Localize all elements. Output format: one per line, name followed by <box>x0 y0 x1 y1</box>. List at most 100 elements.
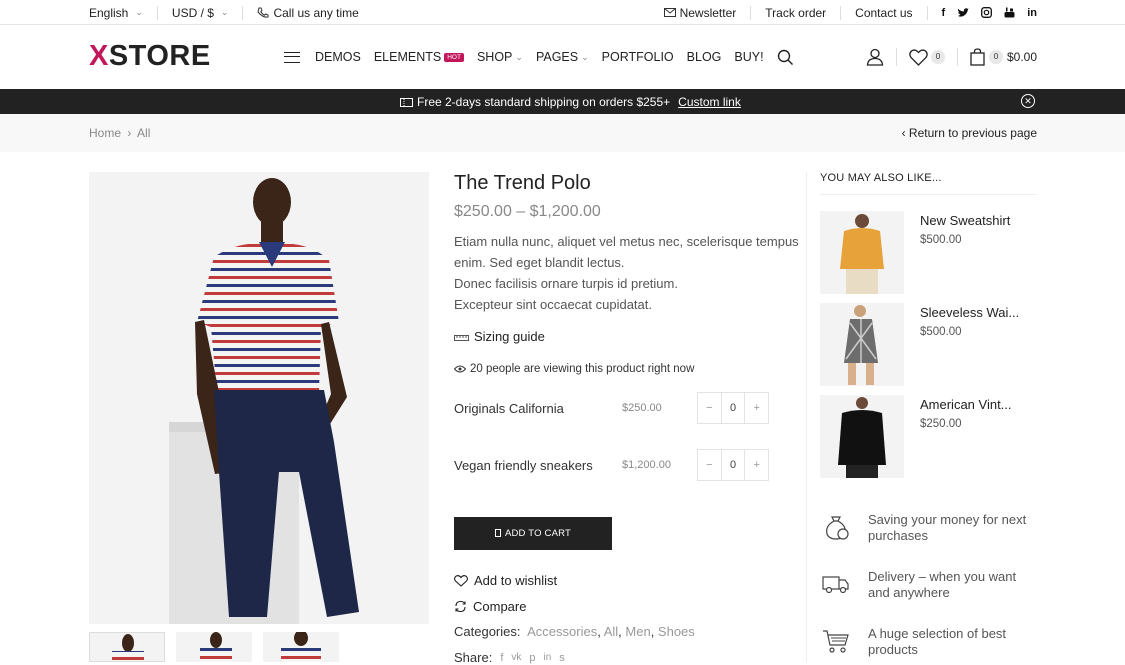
product-price: $250.00 – $1,200.00 <box>454 203 601 220</box>
cart-count: 0 <box>988 50 1003 64</box>
related-product[interactable]: American Vint... $250.00 <box>820 395 1037 478</box>
viewing-text: 20 people are viewing this product right… <box>470 363 695 375</box>
wishlist-count: 0 <box>930 50 945 64</box>
feature-text: Saving your money for next purchases <box>868 512 1027 543</box>
nav-item-demos[interactable]: DEMOS <box>315 50 361 64</box>
related-product-image[interactable] <box>820 395 904 478</box>
product-thumbnail <box>820 303 904 386</box>
minus-button[interactable]: − <box>698 450 722 480</box>
wishlist-button[interactable]: 0 <box>909 48 945 66</box>
currency-selector[interactable]: USD / $ ⌄ <box>172 6 229 20</box>
nav-item-shop[interactable]: SHOP ⌄ <box>477 50 523 64</box>
back-link-label: Return to previous page <box>908 126 1037 140</box>
divider <box>156 5 158 20</box>
instagram-icon[interactable] <box>981 7 993 18</box>
product-categories: Categories: Accessories, All, Men, Shoes <box>454 624 695 639</box>
breadcrumb: Home › All ‹ Return to previous page <box>0 114 1125 152</box>
main-nav: DEMOS ELEMENTS HOT SHOP ⌄ PAGES ⌄ PORTFOLIO… <box>284 46 794 68</box>
chevron-right-icon: › <box>127 126 132 140</box>
main-header: XSTORE DEMOS ELEMENTS HOT SHOP ⌄ PAGES ⌄ PO… <box>0 26 1125 89</box>
related-product-name[interactable]: American Vint... <box>920 397 1012 412</box>
quantity-value[interactable]: 0 <box>722 393 745 423</box>
thumbnail[interactable] <box>176 632 252 662</box>
product-main-image[interactable] <box>89 172 429 624</box>
heart-icon <box>454 574 468 587</box>
grouped-product-price: $250.00 <box>622 402 662 414</box>
chevron-down-icon: ⌄ <box>135 7 143 17</box>
thumbnail[interactable] <box>263 632 339 662</box>
grouped-product-name[interactable]: Originals California <box>454 401 622 416</box>
promo-content: Free 2-days standard shipping on orders … <box>400 95 741 109</box>
nav-item-elements[interactable]: ELEMENTS HOT <box>374 50 464 64</box>
product-thumbnail <box>820 395 904 478</box>
contact-link[interactable]: Contact us <box>855 6 912 20</box>
related-product-image[interactable] <box>820 211 904 294</box>
category-link[interactable]: Men <box>625 624 650 639</box>
related-product[interactable]: Sleeveless Wai... $500.00 <box>820 303 1037 386</box>
nav-item-portfolio[interactable]: PORTFOLIO <box>602 50 674 64</box>
add-to-wishlist-link[interactable]: Add to wishlist <box>454 573 557 588</box>
track-order-link[interactable]: Track order <box>765 6 826 20</box>
search-icon[interactable] <box>777 49 794 66</box>
related-product[interactable]: New Sweatshirt $500.00 <box>820 211 1037 294</box>
nav-label: DEMOS <box>315 50 361 64</box>
related-product-price: $500.00 <box>920 326 962 338</box>
user-icon[interactable] <box>866 48 884 66</box>
back-link[interactable]: ‹ Return to previous page <box>902 126 1037 140</box>
related-product-image[interactable] <box>820 303 904 386</box>
twitter-icon[interactable] <box>957 7 970 18</box>
plus-button[interactable]: + <box>744 393 768 423</box>
feature-item: Saving your money for next purchases <box>821 512 1033 544</box>
divider <box>242 5 244 20</box>
related-product-name[interactable]: New Sweatshirt <box>920 213 1010 228</box>
language-selector[interactable]: English ⌄ <box>89 6 143 20</box>
logo[interactable]: XSTORE <box>89 40 211 73</box>
plus-button[interactable]: + <box>744 450 768 480</box>
grouped-product-name[interactable]: Vegan friendly sneakers <box>454 458 622 473</box>
linkedin-icon[interactable]: in <box>1027 7 1037 19</box>
currency-label: USD / $ <box>171 5 214 20</box>
cart-total: $0.00 <box>1006 50 1037 64</box>
vk-icon[interactable]: vk <box>511 652 521 663</box>
sizing-guide-link[interactable]: Sizing guide <box>454 329 799 344</box>
chevron-left-icon: ‹ <box>901 126 906 140</box>
hot-badge: HOT <box>444 52 464 62</box>
grouped-product-row: Vegan friendly sneakers $1,200.00 − 0 + <box>454 449 799 481</box>
category-link[interactable]: All <box>604 624 618 639</box>
compare-link[interactable]: Compare <box>454 599 526 614</box>
breadcrumb-home[interactable]: Home <box>89 126 121 140</box>
language-label: English <box>89 5 129 20</box>
feature-text: A huge selection of best products <box>868 626 1007 657</box>
minus-button[interactable]: − <box>698 393 722 423</box>
hamburger-menu-icon[interactable] <box>284 51 300 63</box>
thumbnail[interactable] <box>89 632 165 662</box>
thumbnail-photo <box>176 632 252 662</box>
add-to-cart-button[interactable]: ADD TO CART <box>454 517 612 550</box>
newsletter-link[interactable]: Newsletter <box>663 5 737 20</box>
youtube-icon[interactable] <box>1004 7 1015 18</box>
shopping-cart-icon <box>823 630 849 653</box>
close-icon[interactable]: ✕ <box>1021 94 1035 108</box>
related-product-name[interactable]: Sleeveless Wai... <box>920 305 1019 320</box>
grouped-product-price: $1,200.00 <box>622 459 671 471</box>
cart-button[interactable]: 0 $0.00 <box>970 48 1037 66</box>
call-link[interactable]: Call us any time <box>257 6 359 20</box>
category-link[interactable]: Accessories <box>527 624 597 639</box>
newsletter-label: Newsletter <box>679 5 737 20</box>
promo-link[interactable]: Custom link <box>678 95 741 109</box>
header-actions: 0 0 $0.00 <box>866 46 1037 68</box>
linkedin-icon[interactable]: in <box>544 652 552 663</box>
related-product-price: $250.00 <box>920 418 962 430</box>
compare-icon <box>455 600 466 613</box>
nav-item-buy[interactable]: BUY! <box>734 50 763 64</box>
promo-text: Free 2-days standard shipping on orders … <box>417 95 671 109</box>
quantity-value[interactable]: 0 <box>722 450 745 480</box>
nav-item-blog[interactable]: BLOG <box>687 50 722 64</box>
facebook-icon[interactable]: f <box>942 7 946 19</box>
nav-label: PAGES <box>535 50 579 64</box>
contact-label: Contact us <box>855 5 913 20</box>
logo-mark: X <box>89 40 109 72</box>
nav-item-pages[interactable]: PAGES ⌄ <box>536 50 589 64</box>
envelope-icon <box>663 8 676 17</box>
category-link[interactable]: Shoes <box>658 624 695 639</box>
